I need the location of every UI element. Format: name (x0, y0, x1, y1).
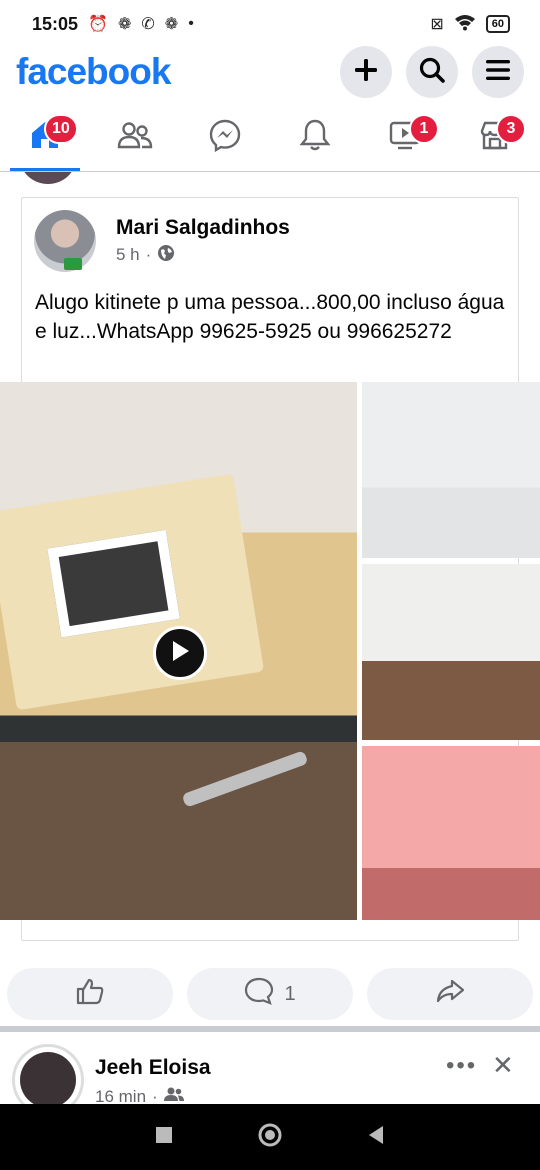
messenger-icon (208, 118, 242, 157)
globe-icon (157, 244, 175, 267)
news-feed[interactable]: Mari Salgadinhos 5 h · Alugo kitinete p … (0, 172, 540, 1104)
app-notification-icon-2: ❁ (164, 16, 179, 33)
author-avatar[interactable] (34, 210, 96, 272)
post-photo-bedroom[interactable] (362, 746, 540, 920)
video-notification-badge: 1 (409, 114, 439, 144)
post-author-name[interactable]: Mari Salgadinhos (116, 216, 290, 240)
next-post-header: Jeeh Eloisa 16 min · ••• ✕ (0, 1034, 540, 1104)
play-button[interactable] (153, 626, 207, 680)
post-photo-bathroom[interactable] (362, 382, 540, 558)
feed-divider (0, 1026, 540, 1032)
post-action-bar: 1 (0, 968, 540, 1020)
system-navigation-bar (0, 1104, 540, 1170)
tab-notifications[interactable] (270, 104, 360, 171)
tab-friends[interactable] (90, 104, 180, 171)
more-options-button[interactable]: ••• (446, 1052, 477, 1080)
plus-icon (353, 57, 379, 88)
tab-video[interactable]: 1 (360, 104, 450, 171)
create-button[interactable] (340, 46, 392, 98)
post-photo-kitchen[interactable] (362, 564, 540, 740)
marketplace-notification-badge: 3 (496, 114, 526, 144)
like-button[interactable] (7, 968, 173, 1020)
status-bar: 15:05 ⏰ ❁ ✆ ❁ • ⊠ 60 (0, 0, 540, 48)
next-post-time[interactable]: 16 min (95, 1087, 146, 1105)
post-time[interactable]: 5 h (116, 245, 140, 265)
share-icon (435, 978, 465, 1010)
app-notification-icon: ❁ (117, 16, 132, 33)
meta-separator: · (145, 245, 152, 264)
sim-icon: ⊠ (430, 16, 444, 33)
clock-time: 15:05 (32, 13, 79, 34)
menu-button[interactable] (472, 46, 524, 98)
app-header: facebook (0, 44, 540, 100)
share-button[interactable] (367, 968, 533, 1020)
play-icon (169, 639, 191, 668)
main-tab-bar: 10 1 3 (0, 104, 540, 172)
whatsapp-icon: ✆ (141, 16, 155, 33)
next-post-author-avatar[interactable] (12, 1044, 84, 1104)
cabinet-image (0, 742, 357, 920)
post-text: Alugo kitinete p uma pessoa...800,00 inc… (35, 291, 505, 343)
comment-count: 1 (284, 982, 296, 1005)
previous-post-avatar (20, 172, 76, 184)
comment-button[interactable]: 1 (187, 968, 353, 1020)
wifi-icon (454, 13, 476, 36)
next-meta-separator: · (152, 1086, 158, 1105)
next-post-author-name[interactable]: Jeeh Eloisa (95, 1056, 211, 1080)
hide-post-button[interactable]: ✕ (492, 1050, 514, 1081)
battery-indicator: 60 (485, 15, 510, 33)
more-notifications-dot-icon: • (188, 15, 194, 32)
comment-icon (244, 977, 274, 1011)
bell-icon (299, 118, 331, 157)
home-button[interactable] (257, 1122, 283, 1153)
search-button[interactable] (406, 46, 458, 98)
facebook-logo[interactable]: facebook (16, 51, 171, 93)
post-header: Mari Salgadinhos 5 h · (34, 210, 290, 272)
friends-audience-icon (163, 1086, 184, 1104)
alarm-icon: ⏰ (88, 16, 108, 33)
post-video-thumbnail[interactable] (0, 382, 357, 920)
home-notification-badge: 10 (44, 114, 78, 144)
search-icon (418, 56, 446, 89)
microwave-image (0, 473, 265, 711)
back-button[interactable] (367, 1125, 385, 1150)
tab-marketplace[interactable]: 3 (450, 104, 540, 171)
post-media-grid (0, 382, 540, 922)
menu-icon (484, 58, 512, 87)
brazil-flag-icon (64, 258, 82, 270)
thumbs-up-icon (75, 977, 105, 1011)
tab-messenger[interactable] (180, 104, 270, 171)
recent-apps-button[interactable] (155, 1126, 173, 1149)
friends-icon (117, 120, 153, 155)
tab-home[interactable]: 10 (0, 104, 90, 171)
